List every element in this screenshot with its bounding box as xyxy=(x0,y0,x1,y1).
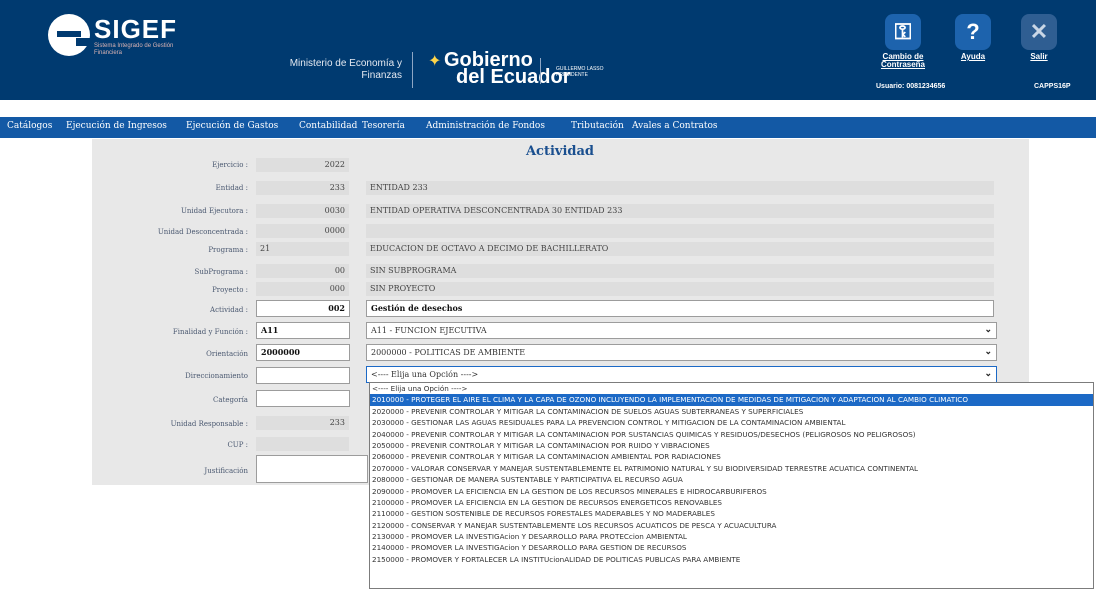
subprograma-name: SIN SUBPROGRAMA xyxy=(366,264,994,278)
finalidad-selected: A11 - FUNCION EJECUTIVA xyxy=(371,326,487,335)
actividad-label: Actividad : xyxy=(210,306,248,314)
proyecto-code: 000 xyxy=(256,282,349,296)
programa-label: Programa : xyxy=(208,246,248,254)
gobierno-tag: GUILLERMO LASSO PRESIDENTE xyxy=(556,66,604,78)
ministry-name: Ministerio de Economía y Finanzas xyxy=(289,58,402,81)
cup-label: CUP : xyxy=(227,441,248,449)
dropdown-option[interactable]: 2130000 - PROMOVER LA INVESTIGAcion Y DE… xyxy=(370,531,1093,542)
entidad-name: ENTIDAD 233 xyxy=(366,181,994,195)
dropdown-option[interactable]: 2060000 - PREVENIR CONTROLAR Y MITIGAR L… xyxy=(370,451,1093,462)
gobierno-line2: del Ecuador xyxy=(456,66,571,88)
actividad-name-input[interactable]: Gestión de desechos xyxy=(366,300,994,317)
dropdown-option[interactable]: 2010000 - PROTEGER EL AIRE EL CLIMA Y LA… xyxy=(370,394,1093,406)
unidad-desconcentrada-code: 0000 xyxy=(256,224,349,238)
direccionamiento-options-list[interactable]: <---- Elija una Opción ----> 2010000 - PR… xyxy=(369,382,1094,589)
subprograma-label: SubPrograma : xyxy=(194,268,248,276)
menu-catalogos[interactable]: Catálogos xyxy=(7,121,52,131)
dropdown-option[interactable]: 2080000 - GESTIONAR DE MANERA SUSTENTABL… xyxy=(370,474,1093,485)
dropdown-option[interactable]: 2110000 - GESTION SOSTENIBLE DE RECURSOS… xyxy=(370,508,1093,519)
dropdown-option[interactable]: 2140000 - PROMOVER LA INVESTIGAcion Y DE… xyxy=(370,542,1093,553)
ejercicio-label: Ejercicio : xyxy=(212,161,248,169)
menu-tributacion[interactable]: Tributación xyxy=(571,121,624,131)
proyecto-label: Proyecto : xyxy=(212,286,248,294)
programa-code: 21 xyxy=(256,242,349,256)
proyecto-name: SIN PROYECTO xyxy=(366,282,994,296)
change-password-label: Cambio de Contraseña xyxy=(880,52,925,69)
orientacion-selected: 2000000 - POLITICAS DE AMBIENTE xyxy=(371,348,526,357)
entidad-code: 233 xyxy=(256,181,349,195)
menu-administracion-fondos[interactable]: Administración de Fondos xyxy=(426,121,545,131)
finalidad-code-input[interactable]: A11 xyxy=(256,322,350,339)
unidad-ejecutora-code: 0030 xyxy=(256,204,349,218)
direccionamiento-select[interactable]: <---- Elija una Opción ----> ⌄ xyxy=(366,366,997,383)
menu-contabilidad[interactable]: Contabilidad xyxy=(299,121,357,131)
logo-title: SIGEF xyxy=(94,14,178,44)
dropdown-option[interactable]: 2020000 - PREVENIR CONTROLAR Y MITIGAR L… xyxy=(370,406,1093,417)
divider xyxy=(540,58,541,84)
dropdown-option[interactable]: 2050000 - PREVENIR CONTROLAR Y MITIGAR L… xyxy=(370,440,1093,451)
dropdown-option[interactable]: 2150000 - PROMOVER Y FORTALECER LA INSTI… xyxy=(370,554,1093,565)
question-icon: ? xyxy=(955,14,991,50)
unidad-desconcentrada-label: Unidad Desconcentrada : xyxy=(157,228,248,236)
app-header: SIGEF Sistema Integrado de Gestión Finan… xyxy=(0,0,1096,100)
entidad-label: Entidad : xyxy=(215,184,248,192)
finalidad-label: Finalidad y Función : xyxy=(172,328,248,336)
direccionamiento-code-input[interactable] xyxy=(256,367,350,384)
exit-label: Salir xyxy=(1030,52,1048,61)
unidad-responsable-label: Unidad Responsable : xyxy=(170,420,248,428)
logo-subtitle: Sistema Integrado de Gestión Financiera xyxy=(94,43,174,56)
orientacion-select[interactable]: 2000000 - POLITICAS DE AMBIENTE ⌄ xyxy=(366,344,997,361)
dropdown-option[interactable]: 2040000 - PREVENIR CONTROLAR Y MITIGAR L… xyxy=(370,429,1093,440)
chevron-down-icon: ⌄ xyxy=(984,325,992,335)
dropdown-option[interactable]: 2030000 - GESTIONAR LAS AGUAS RESIDUALES… xyxy=(370,417,1093,428)
programa-name: EDUCACION DE OCTAVO A DECIMO DE BACHILLE… xyxy=(366,242,994,256)
unidad-responsable-code: 233 xyxy=(256,416,349,430)
unidad-ejecutora-name: ENTIDAD OPERATIVA DESCONCENTRADA 30 ENTI… xyxy=(366,204,994,218)
close-icon: ✕ xyxy=(1021,14,1057,50)
categoria-code-input[interactable] xyxy=(256,390,350,407)
usuario-code: CAPPS16P xyxy=(1034,83,1071,90)
cup-value xyxy=(256,437,349,451)
categoria-label: Categoría xyxy=(213,396,248,404)
dropdown-option[interactable]: <---- Elija una Opción ----> xyxy=(370,383,1093,394)
main-menu: Catálogos Ejecución de Ingresos Ejecució… xyxy=(0,117,1096,138)
subprograma-code: 00 xyxy=(256,264,349,278)
finalidad-select[interactable]: A11 - FUNCION EJECUTIVA ⌄ xyxy=(366,322,997,339)
chevron-down-icon: ⌄ xyxy=(984,347,992,357)
change-password-button[interactable]: ⚿ Cambio de Contraseña xyxy=(878,14,928,69)
unidad-ejecutora-label: Unidad Ejecutora : xyxy=(181,207,248,215)
divider xyxy=(412,52,413,88)
usuario-label: Usuario: 0081234656 xyxy=(876,83,946,90)
logo-e-icon xyxy=(48,14,90,56)
dropdown-option[interactable]: 2100000 - PROMOVER LA EFICIENCIA EN LA G… xyxy=(370,497,1093,508)
menu-tesoreria[interactable]: Tesorería xyxy=(362,121,405,131)
gobierno-star-icon: ✦ xyxy=(428,51,442,70)
exit-button[interactable]: ✕ Salir xyxy=(1014,14,1064,61)
menu-avales-contratos[interactable]: Avales a Contratos xyxy=(632,121,718,131)
direccionamiento-label: Direccionamiento xyxy=(185,372,248,380)
justificacion-textarea[interactable] xyxy=(256,455,368,483)
chevron-down-icon: ⌄ xyxy=(984,369,992,379)
actividad-code-input[interactable]: 002 xyxy=(256,300,350,317)
justificacion-label: Justificación xyxy=(204,467,248,475)
help-label: Ayuda xyxy=(960,52,986,61)
orientacion-code-input[interactable]: 2000000 xyxy=(256,344,350,361)
ejercicio-value: 2022 xyxy=(256,158,349,172)
dropdown-option[interactable]: 2090000 - PROMOVER LA EFICIENCIA EN LA G… xyxy=(370,486,1093,497)
menu-ejecucion-ingresos[interactable]: Ejecución de Ingresos xyxy=(66,121,167,131)
dropdown-option[interactable]: 2120000 - CONSERVAR Y MANEJAR SUSTENTABL… xyxy=(370,520,1093,531)
orientacion-label: Orientación xyxy=(206,350,248,358)
direccionamiento-selected: <---- Elija una Opción ----> xyxy=(371,370,479,379)
unidad-desconcentrada-name xyxy=(366,224,994,238)
page-title: Actividad xyxy=(525,144,595,159)
gobierno-logo: Gobierno del Ecuador xyxy=(444,50,571,88)
help-button[interactable]: ? Ayuda xyxy=(948,14,998,61)
dropdown-option[interactable]: 2070000 - VALORAR CONSERVAR Y MANEJAR SU… xyxy=(370,463,1093,474)
lock-icon: ⚿ xyxy=(885,14,921,50)
menu-ejecucion-gastos[interactable]: Ejecución de Gastos xyxy=(186,121,278,131)
